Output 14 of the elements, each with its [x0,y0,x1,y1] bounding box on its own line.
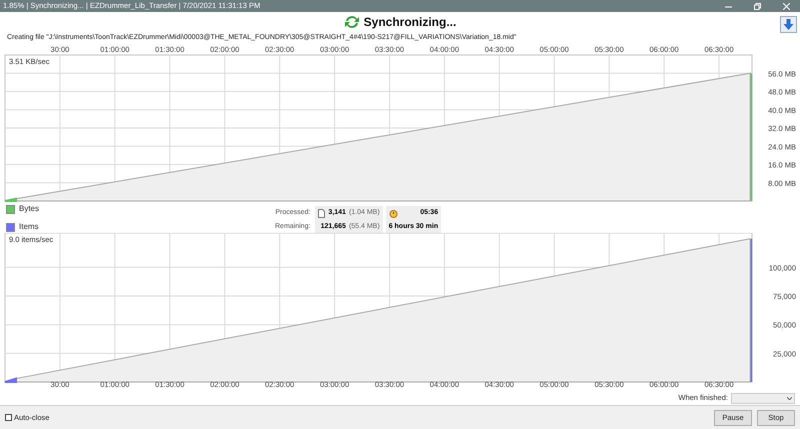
file-icon [318,208,326,218]
legend-label: Items [19,221,39,233]
sync-icon [344,14,360,30]
legend-label: Bytes [19,203,40,215]
chevron-down-icon [787,396,792,400]
progress-area [4,198,17,202]
download-button[interactable] [780,16,797,33]
stopwatch-icon [388,208,398,218]
heading: Synchronizing... [364,14,456,31]
restore-icon[interactable] [754,2,761,10]
auto-close-checkbox[interactable] [5,414,12,421]
down-arrow-icon [783,19,794,30]
progress-area [4,377,17,383]
close-icon[interactable] [783,2,790,10]
